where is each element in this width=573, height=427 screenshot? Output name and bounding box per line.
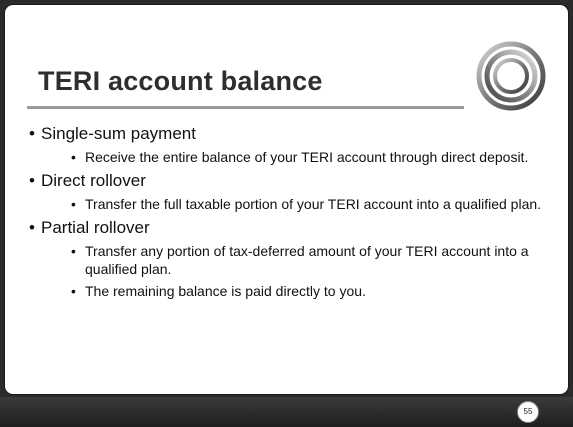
footer-band	[0, 397, 573, 427]
bullet-dot: •	[29, 218, 35, 237]
bullet-dot: •	[29, 171, 35, 190]
sub-bullet-list: • Transfer the full taxable portion of y…	[41, 195, 549, 213]
bullet-item: • Direct rollover • Transfer the full ta…	[29, 171, 549, 213]
bullet-text: Partial rollover	[41, 218, 150, 237]
bullet-item: • Single-sum payment • Receive the entir…	[29, 124, 549, 166]
bullet-dot: •	[71, 243, 76, 259]
concentric-rings-logo-icon	[476, 41, 546, 111]
bullet-item: • Partial rollover • Transfer any portio…	[29, 218, 549, 300]
sub-bullet-list: • Receive the entire balance of your TER…	[41, 148, 549, 166]
sub-bullet-item: • Receive the entire balance of your TER…	[41, 148, 555, 166]
sub-bullet-text: Receive the entire balance of your TERI …	[85, 149, 529, 165]
sub-bullet-item: • Transfer any portion of tax-deferred a…	[41, 242, 555, 278]
bullet-dot: •	[71, 283, 76, 299]
sub-bullet-text: The remaining balance is paid directly t…	[85, 283, 366, 299]
bullet-dot: •	[71, 149, 76, 165]
bullet-dot: •	[29, 124, 35, 143]
sub-bullet-item: • Transfer the full taxable portion of y…	[41, 195, 555, 213]
sub-bullet-text: Transfer the full taxable portion of you…	[85, 196, 542, 212]
slide: TERI account balance • Single-sum paymen…	[0, 0, 573, 427]
bullet-list: • Single-sum payment • Receive the entir…	[29, 119, 549, 304]
bullet-text: Direct rollover	[41, 171, 146, 190]
title-divider	[27, 106, 464, 109]
sub-bullet-list: • Transfer any portion of tax-deferred a…	[41, 242, 549, 300]
page-number-badge: 55	[517, 401, 539, 423]
slide-panel: TERI account balance • Single-sum paymen…	[4, 4, 569, 395]
sub-bullet-item: • The remaining balance is paid directly…	[41, 282, 555, 300]
bullet-text: Single-sum payment	[41, 124, 196, 143]
bullet-dot: •	[71, 196, 76, 212]
slide-title: TERI account balance	[38, 66, 323, 96]
sub-bullet-text: Transfer any portion of tax-deferred amo…	[85, 243, 529, 277]
